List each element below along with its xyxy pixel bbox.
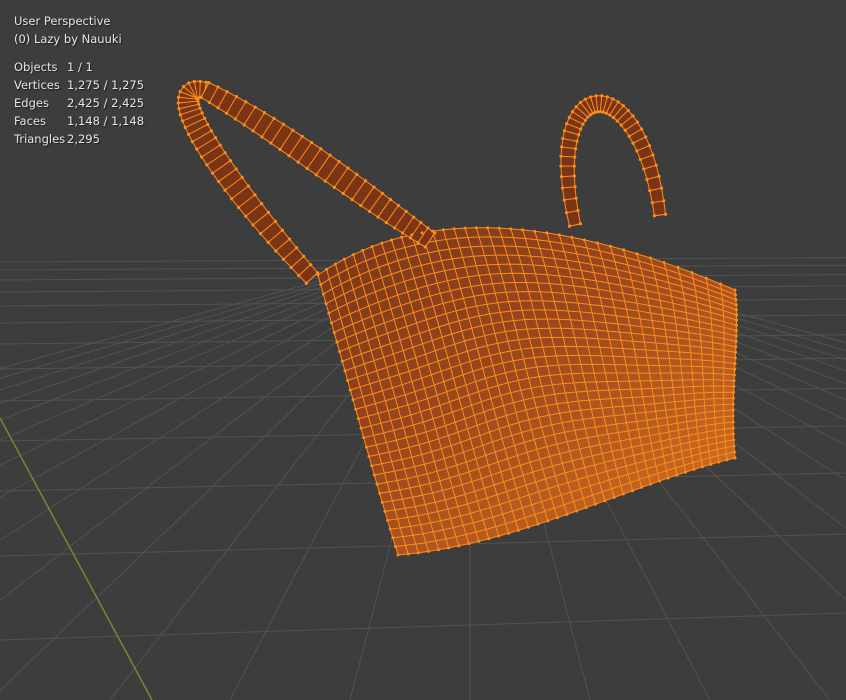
mesh-left-strap-shoulder [199, 80, 437, 249]
y-axis-line [0, 417, 153, 700]
grid-line [0, 612, 846, 641]
viewport-scene[interactable] [0, 0, 846, 700]
mesh-right-strap-loop [559, 94, 668, 228]
3d-viewport[interactable]: User Perspective (0) Lazy by Nauuki Obje… [0, 0, 846, 700]
